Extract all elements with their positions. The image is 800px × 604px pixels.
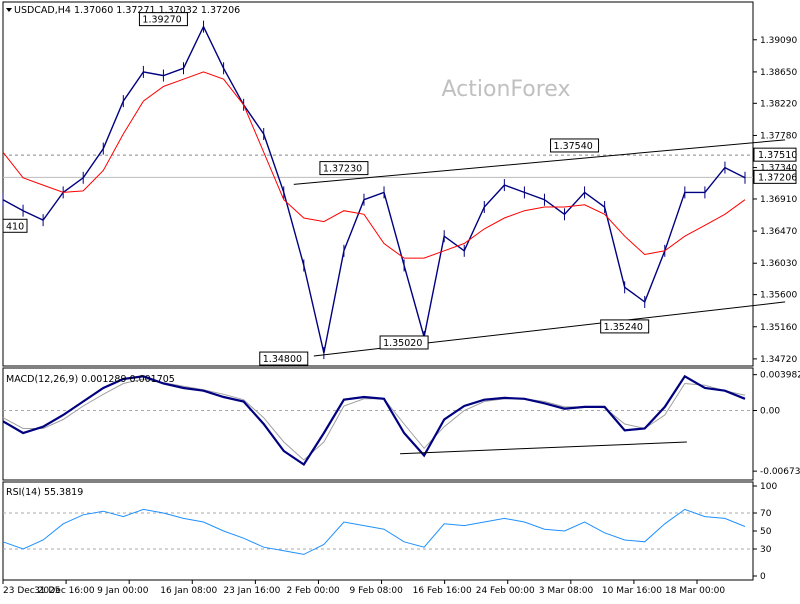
rsi-series-group — [2, 508, 746, 555]
resistance-label: 1.37510 — [758, 150, 797, 161]
x-tick-label: 24 Feb 00:00 — [476, 586, 535, 596]
price-tick-label: 1.39090 — [760, 36, 797, 46]
rsi-panel-title: RSI(14) 55.3819 — [6, 487, 83, 498]
macd-line — [2, 374, 746, 467]
x-tick-label: 9 Jan 00:00 — [97, 586, 149, 596]
price-tick-label: 1.38220 — [760, 99, 797, 109]
price-levels: 1.37510 1.37206 — [3, 147, 797, 184]
level-annotation: 1.34800 — [263, 354, 302, 365]
price-tick-label: 1.35160 — [760, 323, 797, 333]
x-tick-label: 9 Feb 08:00 — [350, 586, 404, 596]
price-annotations: 1.39270 1.37230 1.37540 1.34800 1.35020 1.352… — [2, 12, 650, 366]
chart-canvas: 1.390901.386501.382201.377801.373401.369… — [2, 1, 800, 596]
rsi-tick-label: 70 — [760, 509, 772, 519]
level-annotation: 1.39270 — [142, 15, 181, 26]
x-tick-label: 18 Mar 00:00 — [665, 586, 725, 596]
price-tick-label: 1.34720 — [760, 355, 797, 365]
level-annotation: 1.35240 — [604, 322, 643, 333]
moving-average-line — [2, 71, 746, 259]
macd-trendlines — [400, 441, 687, 455]
macd-tick-label: -0.006737 — [760, 467, 800, 477]
rsi-y-axis: 100 70 50 30 0 — [3, 482, 777, 582]
price-series-line — [2, 24, 746, 354]
x-tick-label: 10 Mar 16:00 — [602, 586, 662, 596]
level-annotation: 1.35020 — [383, 338, 422, 349]
x-tick-label: 16 Feb 16:00 — [413, 586, 472, 596]
x-tick-label: 3 Mar 08:00 — [539, 586, 594, 596]
level-annotation: 1.37540 — [554, 141, 593, 152]
price-tick-label: 1.35600 — [760, 291, 797, 301]
x-tick-label: 31 Dec 16:00 — [34, 586, 95, 596]
macd-series-group — [2, 374, 746, 467]
macd-trendline — [400, 441, 687, 455]
price-tick-label: 1.36470 — [760, 227, 797, 237]
price-y-axis: 1.390901.386501.382201.377801.373401.369… — [753, 36, 797, 365]
triangle-down-icon[interactable] — [6, 8, 12, 12]
rsi-tick-label: 0 — [760, 572, 766, 582]
x-tick-label: 23 Jan 16:00 — [223, 586, 280, 596]
rsi-panel-frame — [2, 481, 754, 581]
price-panel-frame — [2, 1, 754, 367]
level-annotation: 410 — [6, 221, 24, 232]
level-annotation: 1.37230 — [323, 164, 362, 175]
price-tick-label: 1.36030 — [760, 259, 797, 269]
x-tick-label: 16 Jan 08:00 — [160, 586, 217, 596]
macd-panel-title: MACD(12,26,9) 0.001289 0.001705 — [6, 374, 175, 385]
price-series-group — [2, 20, 746, 360]
time-x-axis: 23 Dec 202531 Dec 16:00 9 Jan 00:00 16 Jan… — [2, 580, 725, 596]
x-tick-label: 2 Feb 00:00 — [286, 586, 340, 596]
rsi-tick-label: 30 — [760, 545, 772, 555]
current-price-label: 1.37206 — [758, 172, 797, 183]
macd-tick-label: 0.003982 — [760, 371, 800, 381]
rsi-tick-label: 100 — [760, 482, 777, 492]
macd-signal-line — [2, 378, 746, 461]
price-panel-title: USDCAD,H4 1.37060 1.37271 1.37032 1.3720… — [14, 5, 240, 16]
price-tick-label: 1.36910 — [760, 195, 797, 205]
watermark: ActionForex — [442, 77, 571, 102]
macd-y-axis: 0.003982 0.00 -0.006737 — [3, 371, 800, 477]
rsi-tick-label: 50 — [760, 527, 772, 537]
price-tick-label: 1.38650 — [760, 68, 797, 78]
macd-tick-label: 0.00 — [760, 407, 780, 417]
rsi-line — [2, 508, 746, 555]
